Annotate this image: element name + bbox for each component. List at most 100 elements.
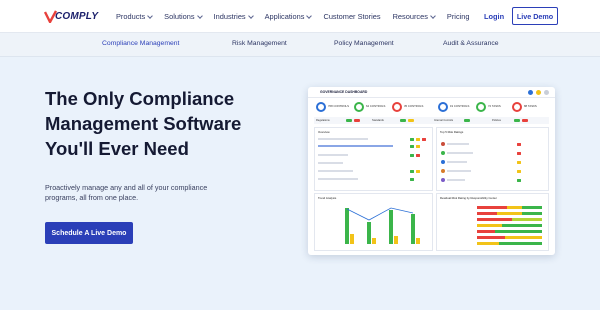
risk-bar [495,230,542,233]
nav-item-solutions[interactable]: Solutions [164,12,203,21]
status-chip [410,178,414,181]
status-chip [400,118,406,122]
risk-bar [477,212,497,215]
chevron-down-icon [247,12,254,19]
risk-bar [477,224,502,227]
text-line [447,152,473,154]
panel-title: Residual Risk Rating by Responsibility C… [440,196,497,200]
top-navbar: COMPLY Products Solutions Industries App… [0,0,600,33]
nav-item-label: Applications [264,12,305,21]
text-line [447,161,467,163]
nav-item-customer-stories[interactable]: Customer Stories [323,12,380,21]
status-chip [416,138,420,141]
status-chip [422,138,426,141]
nav-item-applications[interactable]: Applications [264,12,313,21]
risk-bar [499,242,542,245]
trend-line [346,207,414,221]
status-chip [517,152,521,155]
status-chip [416,170,420,173]
status-chip [517,179,521,182]
login-link[interactable]: Login [484,12,504,21]
tab-compliance-management[interactable]: Compliance Management [102,40,179,47]
kpi-label: 768 CONTROLS [328,104,349,108]
nav-item-products[interactable]: Products [116,12,154,21]
text-line [318,138,368,140]
status-chip [464,118,470,122]
text-line [318,178,358,180]
overview-panel: Overview [314,127,433,191]
status-chip [522,118,528,122]
hero-title-line: You'll Ever Need [45,138,189,159]
risk-bar [522,206,542,209]
progress-ring-icon [392,102,402,112]
risk-bar [512,218,542,221]
status-chip [410,145,414,148]
avatar [441,142,445,146]
hero-title: The Only Compliance Management Software … [45,86,295,161]
kpi-label: 88 TASKS [524,104,537,108]
text-line [318,170,353,172]
progress-ring-icon [354,102,364,112]
status-chip [346,118,352,122]
risk-bar [497,212,522,215]
status-chip [517,143,521,146]
nav-item-label: Industries [213,12,246,21]
panel-title: Top 5 Risk Ratings [440,130,464,134]
tab-risk-management[interactable]: Risk Management [232,40,287,47]
row-label: Internal Controls [434,118,454,122]
panel-title: Overview [318,130,330,134]
progress-ring-icon [316,102,326,112]
risk-bar [477,218,512,221]
trend-analysis-panel: Trend Analysis [314,193,433,251]
hero-subtitle: Proactively manage any and all of your c… [45,183,208,202]
sub-navbar: Compliance Management Risk Management Po… [0,33,600,57]
nav-item-resources[interactable]: Resources [393,12,436,21]
avatar [544,90,549,95]
risk-bar [477,242,499,245]
kpi-label: 19 CONTROLS [450,104,470,108]
status-chip [410,154,414,157]
schedule-demo-button[interactable]: Schedule A Live Demo [45,222,133,244]
chevron-down-icon [196,12,203,19]
progress-ring-icon [512,102,522,112]
live-demo-button[interactable]: Live Demo [512,7,558,25]
tab-audit-assurance[interactable]: Audit & Assurance [443,40,499,47]
hero-title-line: The Only Compliance [45,88,235,109]
text-line [447,170,471,172]
avatar [441,169,445,173]
risk-bar [522,212,542,215]
text-line [447,143,469,145]
status-chip [410,170,414,173]
text-line [447,179,465,181]
residual-risk-panel: Residual Risk Rating by Responsibility C… [436,193,549,251]
notification-icon [528,90,533,95]
chevron-down-icon [430,12,436,19]
status-chip [416,154,420,157]
link-line [318,145,393,147]
alert-icon [536,90,541,95]
risk-bar [477,236,505,239]
main-nav: Products Solutions Industries Applicatio… [116,0,482,33]
dashboard-header: GOVERNANCE DASHBOARD [308,87,555,98]
nav-item-pricing[interactable]: Pricing [447,12,470,21]
status-chip [517,161,521,164]
logo[interactable]: COMPLY [44,9,98,23]
risk-bar [502,224,542,227]
summary-row: Regulations Standards Internal Controls … [314,117,549,124]
nav-item-label: Products [116,12,146,21]
kpi-row: 768 CONTROLS 64 CONTROLS 35 CONTROLS 19 … [314,101,549,114]
risk-bar [507,206,522,209]
nav-item-label: Customer Stories [323,12,381,21]
progress-ring-icon [438,102,448,112]
tab-policy-management[interactable]: Policy Management [334,40,394,47]
status-chip [408,118,414,122]
top-risk-panel: Top 5 Risk Ratings [436,127,549,191]
text-line [318,162,343,164]
nav-item-label: Pricing [446,12,470,21]
nav-item-industries[interactable]: Industries [213,12,254,21]
dashboard-title: GOVERNANCE DASHBOARD [320,90,368,94]
chevron-down-icon [306,12,313,19]
row-label: Policies [492,118,501,122]
risk-bar [505,236,542,239]
text-line [318,154,348,156]
